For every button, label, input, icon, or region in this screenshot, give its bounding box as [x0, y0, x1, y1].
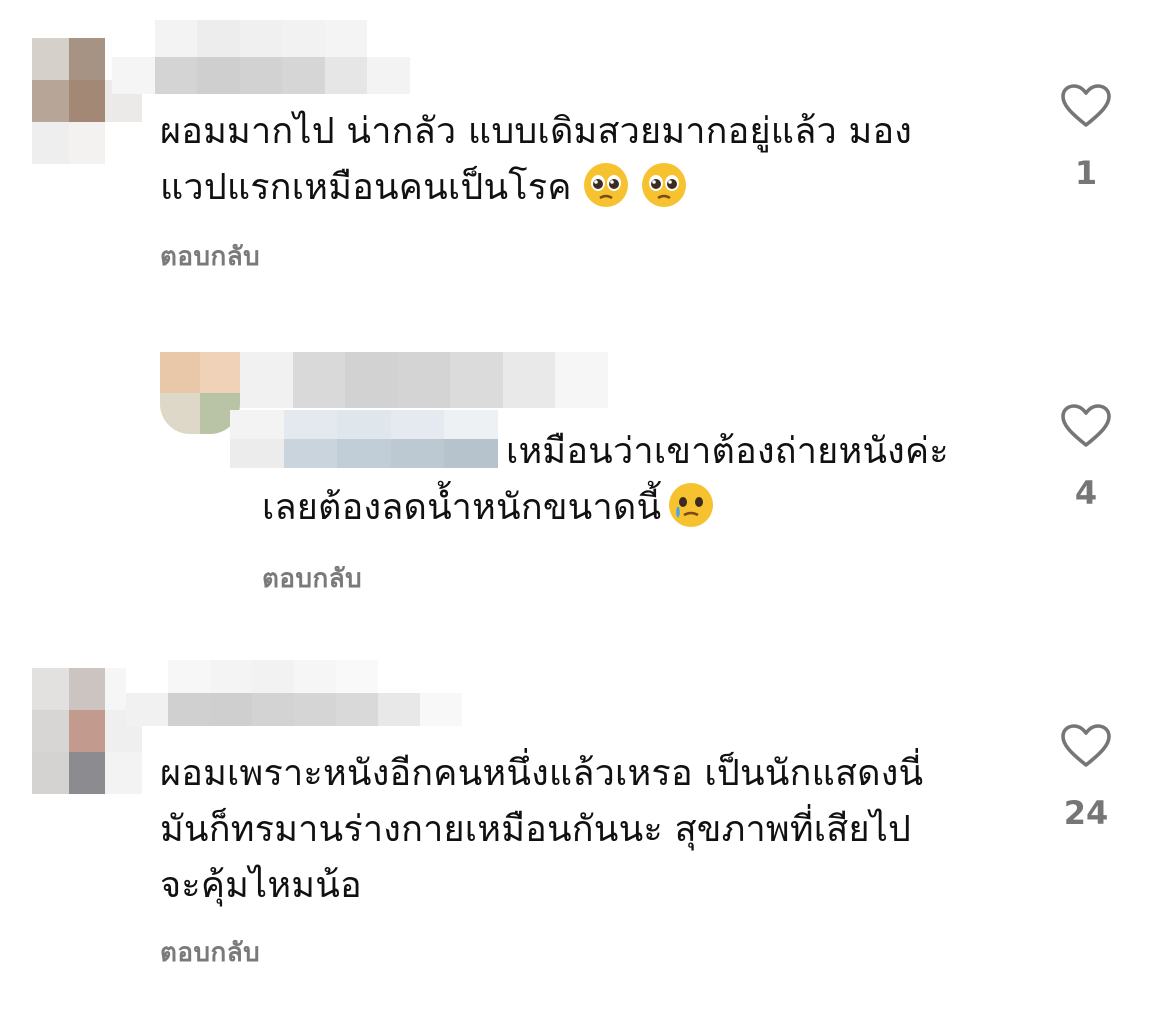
username-blurred[interactable]	[240, 352, 608, 408]
avatar[interactable]	[160, 352, 240, 434]
like-count: 24	[1063, 794, 1109, 832]
username-blurred[interactable]	[112, 20, 452, 94]
like-count: 1	[1074, 154, 1098, 192]
reply-button[interactable]: ตอบกลับ	[160, 236, 260, 277]
comment-thread: ผอมมากไป น่ากลัว แบบเดิมสวยมากอยู่แล้ว ม…	[0, 0, 1170, 1030]
face-holding-back-tears-emoji	[667, 481, 715, 529]
heart-outline-icon[interactable]	[1061, 404, 1111, 448]
like-button[interactable]: 4	[1046, 404, 1126, 512]
username-blurred[interactable]	[126, 660, 462, 726]
comment-text: เหมือนว่าเขาต้องถ่ายหนังค่ะ เลยต้องลดน้ำ…	[262, 431, 949, 529]
like-button[interactable]: 24	[1046, 724, 1126, 832]
pleading-face-emoji	[582, 161, 630, 209]
heart-outline-icon[interactable]	[1061, 84, 1111, 128]
reply-button[interactable]: ตอบกลับ	[160, 932, 260, 973]
pleading-face-emoji	[640, 161, 688, 209]
comment-text: ผอมมากไป น่ากลัว แบบเดิมสวยมากอยู่แล้ว ม…	[160, 111, 913, 209]
like-count: 4	[1074, 474, 1098, 512]
like-button[interactable]: 1	[1046, 84, 1126, 192]
heart-outline-icon[interactable]	[1061, 724, 1111, 768]
reply-button[interactable]: ตอบกลับ	[262, 558, 362, 599]
comment-text: ผอมเพราะหนังอีกคนหนึ่งแล้วเหรอ เป็นนักแส…	[160, 753, 924, 906]
